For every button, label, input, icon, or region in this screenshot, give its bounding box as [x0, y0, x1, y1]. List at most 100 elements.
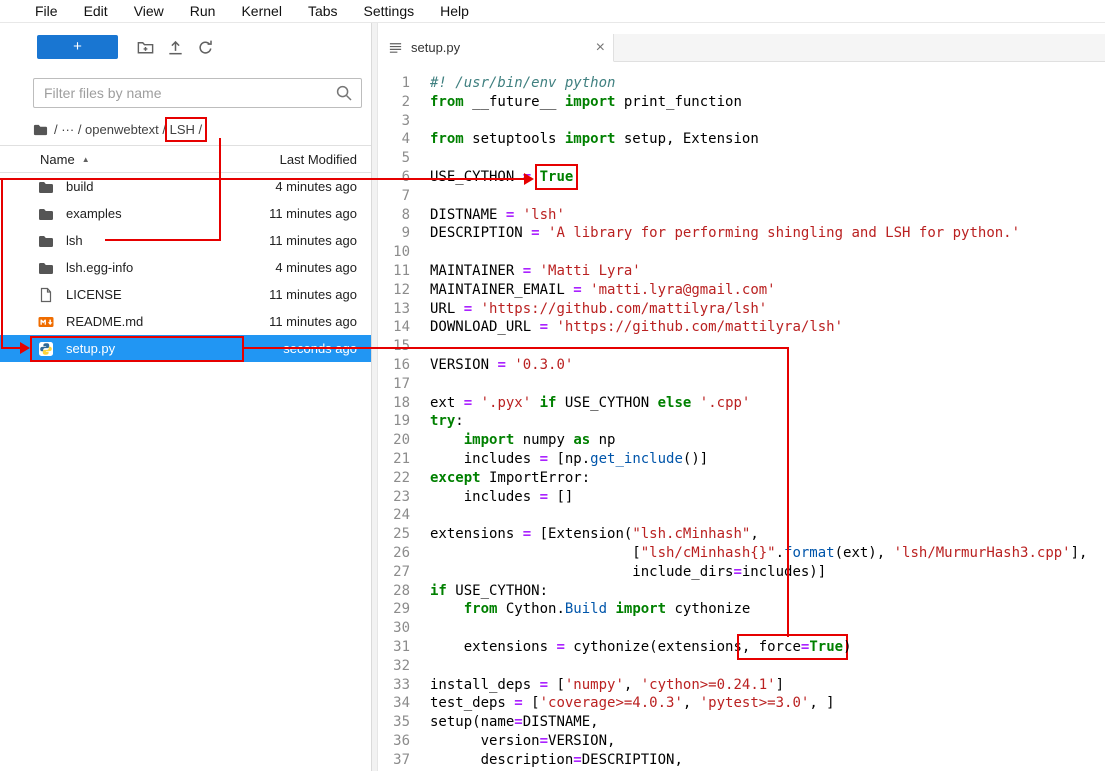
menu-run[interactable]: Run — [177, 3, 229, 19]
file-row-LICENSE[interactable]: LICENSE11 minutes ago — [0, 281, 371, 308]
file-modified: 11 minutes ago — [269, 314, 357, 329]
code-line-34[interactable]: 34test_deps = ['coverage>=4.0.3', 'pytes… — [378, 694, 1105, 713]
file-modified: 11 minutes ago — [269, 233, 357, 248]
code-line-21[interactable]: 21 includes = [np.get_include()] — [378, 450, 1105, 469]
file-row-lsh.egg-info[interactable]: lsh.egg-info4 minutes ago — [0, 254, 371, 281]
code-line-25[interactable]: 25extensions = [Extension("lsh.cMinhash"… — [378, 525, 1105, 544]
code-text: description=DESCRIPTION, — [430, 751, 683, 770]
code-line-3[interactable]: 3 — [378, 112, 1105, 131]
code-editor[interactable]: 1#! /usr/bin/env python2from __future__ … — [378, 62, 1105, 771]
tab-bar: setup.py × — [378, 34, 1105, 62]
code-line-35[interactable]: 35setup(name=DISTNAME, — [378, 713, 1105, 732]
python-icon — [38, 341, 54, 357]
code-line-31[interactable]: 31 extensions = cythonize(extensions, fo… — [378, 638, 1105, 657]
code-line-4[interactable]: 4from setuptools import setup, Extension — [378, 130, 1105, 149]
code-line-28[interactable]: 28 if USE_CYTHON: — [378, 582, 1105, 601]
filter-files-input[interactable] — [34, 85, 334, 101]
code-line-5[interactable]: 5 — [378, 149, 1105, 168]
line-number: 11 — [378, 262, 410, 281]
code-line-2[interactable]: 2from __future__ import print_function — [378, 93, 1105, 112]
code-line-11[interactable]: 11MAINTAINER = 'Matti Lyra' — [378, 262, 1105, 281]
line-number: 2 — [378, 93, 410, 112]
code-line-20[interactable]: 20 import numpy as np — [378, 431, 1105, 450]
file-row-examples[interactable]: examples11 minutes ago — [0, 200, 371, 227]
file-row-build[interactable]: build4 minutes ago — [0, 173, 371, 200]
file-name: README.md — [66, 314, 143, 329]
tab-label: setup.py — [411, 40, 460, 55]
code-text: try: — [430, 412, 464, 431]
markdown-icon — [38, 314, 54, 330]
breadcrumb-path[interactable]: / ··· / openwebtext / — [54, 122, 170, 137]
code-line-23[interactable]: 23 includes = [] — [378, 488, 1105, 507]
menu-help[interactable]: Help — [427, 3, 482, 19]
code-line-37[interactable]: 37 description=DESCRIPTION, — [378, 751, 1105, 770]
code-line-18[interactable]: 18ext = '.pyx' if USE_CYTHON else '.cpp' — [378, 394, 1105, 413]
menu-view[interactable]: View — [121, 3, 177, 19]
menu-tabs[interactable]: Tabs — [295, 3, 351, 19]
code-text: DESCRIPTION = 'A library for performing … — [430, 224, 1020, 243]
code-line-13[interactable]: 13URL = 'https://github.com/mattilyra/ls… — [378, 300, 1105, 319]
upload-icon[interactable] — [166, 38, 185, 57]
line-number: 26 — [378, 544, 410, 563]
code-line-26[interactable]: 26 ["lsh/cMinhash{}".format(ext), 'lsh/M… — [378, 544, 1105, 563]
line-number: 12 — [378, 281, 410, 300]
code-line-29[interactable]: 29 from Cython.Build import cythonize — [378, 600, 1105, 619]
code-line-27[interactable]: 27 include_dirs=includes)] — [378, 563, 1105, 582]
code-text: #! /usr/bin/env python — [430, 74, 615, 93]
file-filter-box — [33, 78, 362, 108]
file-modified: 11 minutes ago — [269, 287, 357, 302]
code-line-7[interactable]: 7 — [378, 187, 1105, 206]
file-modified: 4 minutes ago — [275, 260, 357, 275]
code-line-14[interactable]: 14DOWNLOAD_URL = 'https://github.com/mat… — [378, 318, 1105, 337]
code-line-16[interactable]: 16VERSION = '0.3.0' — [378, 356, 1105, 375]
code-line-15[interactable]: 15 — [378, 337, 1105, 356]
jupyterlab-window: FileEditViewRunKernelTabsSettingsHelp + … — [0, 0, 1105, 771]
code-line-17[interactable]: 17 — [378, 375, 1105, 394]
line-number: 27 — [378, 563, 410, 582]
line-number: 17 — [378, 375, 410, 394]
text-file-icon — [388, 40, 403, 55]
code-line-9[interactable]: 9DESCRIPTION = 'A library for performing… — [378, 224, 1105, 243]
new-launcher-button[interactable]: + — [37, 35, 118, 59]
code-line-1[interactable]: 1#! /usr/bin/env python — [378, 74, 1105, 93]
code-text: from setuptools import setup, Extension — [430, 130, 759, 149]
column-name[interactable]: Name — [40, 152, 75, 167]
code-line-8[interactable]: 8DISTNAME = 'lsh' — [378, 206, 1105, 225]
file-browser-toolbar: + — [0, 35, 371, 59]
new-folder-icon[interactable] — [136, 38, 155, 57]
code-line-36[interactable]: 36 version=VERSION, — [378, 732, 1105, 751]
code-line-22[interactable]: 22except ImportError: — [378, 469, 1105, 488]
annotation-inline-box: , force=True — [737, 634, 848, 660]
column-last-modified[interactable]: Last Modified — [280, 152, 357, 167]
breadcrumb: / ··· / openwebtext / LSH / — [0, 113, 371, 145]
code-line-24[interactable]: 24 — [378, 506, 1105, 525]
code-line-10[interactable]: 10 — [378, 243, 1105, 262]
line-number: 16 — [378, 356, 410, 375]
line-number: 32 — [378, 657, 410, 676]
menu-edit[interactable]: Edit — [71, 3, 121, 19]
code-line-6[interactable]: 6USE_CYTHON = True — [378, 168, 1105, 187]
code-text: MAINTAINER_EMAIL = 'matti.lyra@gmail.com… — [430, 281, 776, 300]
home-folder-icon[interactable] — [33, 122, 48, 137]
code-line-19[interactable]: 19try: — [378, 412, 1105, 431]
line-number: 28 — [378, 582, 410, 601]
breadcrumb-current-lsh[interactable]: LSH / — [165, 117, 208, 142]
search-icon — [334, 83, 354, 103]
file-row-README.md[interactable]: README.md 11 minutes ago — [0, 308, 371, 335]
line-number: 18 — [378, 394, 410, 413]
line-number: 29 — [378, 600, 410, 619]
menu-kernel[interactable]: Kernel — [228, 3, 294, 19]
code-text: if USE_CYTHON: — [430, 582, 548, 601]
menu-file[interactable]: File — [22, 3, 71, 19]
folder-icon — [38, 233, 54, 249]
file-row-setup.py[interactable]: setup.pyseconds ago — [0, 335, 371, 362]
code-line-12[interactable]: 12 MAINTAINER_EMAIL = 'matti.lyra@gmail.c… — [378, 281, 1105, 300]
menu-settings[interactable]: Settings — [351, 3, 428, 19]
tab-close-icon[interactable]: × — [596, 40, 605, 56]
tab-setup-py[interactable]: setup.py × — [378, 34, 614, 62]
panel-splitter[interactable] — [371, 23, 378, 771]
line-number: 3 — [378, 112, 410, 131]
code-line-33[interactable]: 33install_deps = ['numpy', 'cython>=0.24… — [378, 676, 1105, 695]
refresh-icon[interactable] — [196, 38, 215, 57]
file-row-lsh[interactable]: lsh11 minutes ago — [0, 227, 371, 254]
